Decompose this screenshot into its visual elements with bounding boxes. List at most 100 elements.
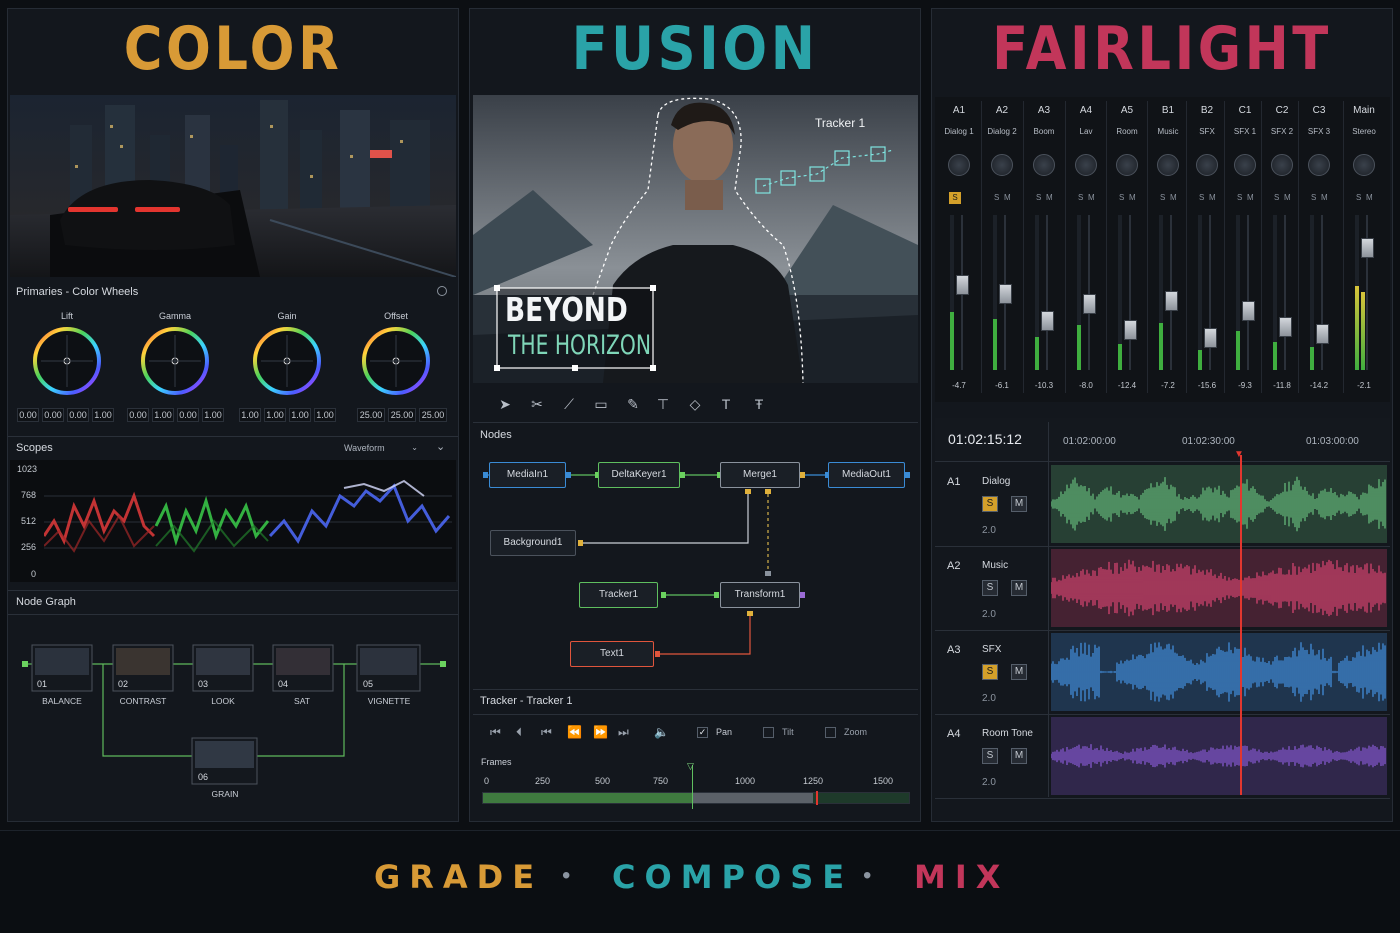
gain-value[interactable]: 1.00 [264,408,286,422]
panel-options-icon[interactable] [437,286,447,296]
node-tracker[interactable]: Tracker1 [579,582,658,608]
track-reverse-icon[interactable]: ⏴ [516,725,522,740]
lift-value[interactable]: 0.00 [42,408,64,422]
solo-button[interactable]: S [982,580,998,596]
chevron-down-icon[interactable]: ⌄ [436,440,445,453]
wheel-lift[interactable]: Lift [33,311,101,395]
solo-button[interactable]: S [982,664,998,680]
select-tool-icon[interactable]: ➤ [496,395,514,413]
track-step-back-icon[interactable]: ⏮ [541,725,552,740]
lift-value[interactable]: 0.00 [67,408,89,422]
offset-value[interactable]: 25.00 [357,408,385,422]
track-forward-icon[interactable]: ⏩ [593,725,608,739]
track-end-icon[interactable]: ⏭ [618,725,629,740]
speaker-icon[interactable]: 🔈 [654,725,669,739]
audio-clip[interactable] [1051,717,1387,795]
tilt-checkbox[interactable] [763,727,774,738]
wheel-gamma[interactable]: Gamma [141,311,209,395]
volume-fader[interactable] [1124,320,1137,340]
gain-value[interactable]: 1.00 [314,408,336,422]
offset-value[interactable]: 25.00 [388,408,416,422]
volume-fader[interactable] [956,275,969,295]
pin-tool-icon[interactable]: ⊤ [654,395,672,413]
mute-button[interactable]: M [1129,193,1136,202]
solo-button[interactable]: S [994,193,999,202]
pan-knob[interactable] [1234,154,1256,176]
solo-button[interactable]: S [1160,193,1165,202]
pan-knob[interactable] [1033,154,1055,176]
lift-value[interactable]: 0.00 [17,408,39,422]
volume-fader[interactable] [999,284,1012,304]
gain-value[interactable]: 1.00 [289,408,311,422]
node-mediaout[interactable]: MediaOut1 [828,462,905,488]
node-deltakeyer[interactable]: DeltaKeyer1 [598,462,680,488]
mute-button[interactable]: M [1321,193,1328,202]
volume-fader[interactable] [1361,238,1374,258]
node-transform[interactable]: Transform1 [720,582,800,608]
solo-button[interactable]: S [1311,193,1316,202]
mute-button[interactable]: M [1004,193,1011,202]
pan-knob[interactable] [991,154,1013,176]
track-reverse-start-icon[interactable]: ⏮ [490,725,501,740]
mute-button[interactable]: M [1247,193,1254,202]
gain-value[interactable]: 1.00 [239,408,261,422]
scope-mode-dropdown[interactable]: Waveform ⌄ [340,440,422,456]
wheel-offset[interactable]: Offset [362,311,430,395]
solo-button[interactable]: S [1199,193,1204,202]
gamma-value[interactable]: 0.00 [127,408,149,422]
mute-button[interactable]: M [1209,193,1216,202]
paint-tool-icon[interactable]: ✎ [624,395,642,413]
mute-button[interactable]: M [1366,193,1373,202]
volume-fader[interactable] [1204,328,1217,348]
gamma-value[interactable]: 1.00 [202,408,224,422]
timeline-playhead[interactable] [1240,455,1242,795]
solo-button[interactable]: S [982,748,998,764]
text3d-tool-icon[interactable]: Ŧ [750,395,768,413]
stop-icon[interactable]: ⏪ [567,725,582,739]
solo-button[interactable]: S [982,496,998,512]
pan-knob[interactable] [1271,154,1293,176]
volume-fader[interactable] [1279,317,1292,337]
audio-clip[interactable] [1051,633,1387,711]
zoom-checkbox[interactable] [825,727,836,738]
pan-knob[interactable] [1116,154,1138,176]
audio-clip[interactable] [1051,465,1387,543]
transform-tool-icon[interactable]: ✂ [528,395,546,413]
node-text[interactable]: Text1 [570,641,654,667]
pan-knob[interactable] [948,154,970,176]
solo-button[interactable]: S [1119,193,1124,202]
mute-button[interactable]: M [1011,580,1027,596]
mute-button[interactable]: M [1046,193,1053,202]
node-mediain[interactable]: MediaIn1 [489,462,566,488]
mute-button[interactable]: M [1011,664,1027,680]
node-background[interactable]: Background1 [490,530,576,556]
playhead-marker[interactable] [816,791,818,805]
mute-button[interactable]: M [1011,748,1027,764]
playhead-handle-icon[interactable]: ▼ [1234,449,1244,460]
solo-button[interactable]: S [949,192,961,204]
bspline-tool-icon[interactable]: ⟋ [560,395,578,413]
pan-checkbox[interactable]: ✓ [697,727,708,738]
volume-fader[interactable] [1083,294,1096,314]
pan-knob[interactable] [1075,154,1097,176]
solo-button[interactable]: S [1237,193,1242,202]
volume-fader[interactable] [1316,324,1329,344]
pan-knob[interactable] [1157,154,1179,176]
mute-button[interactable]: M [1284,193,1291,202]
solo-button[interactable]: S [1036,193,1041,202]
rectangle-tool-icon[interactable]: ▭ [592,395,610,413]
solo-button[interactable]: S [1274,193,1279,202]
gamma-value[interactable]: 1.00 [152,408,174,422]
text-tool-icon[interactable]: T [717,395,735,413]
gamma-value[interactable]: 0.00 [177,408,199,422]
pan-knob[interactable] [1308,154,1330,176]
mute-button[interactable]: M [1011,496,1027,512]
eraser-tool-icon[interactable]: ◇ [686,395,704,413]
audio-clip[interactable] [1051,549,1387,627]
volume-fader[interactable] [1041,311,1054,331]
volume-fader[interactable] [1165,291,1178,311]
pan-knob[interactable] [1353,154,1375,176]
offset-value[interactable]: 25.00 [419,408,447,422]
frame-track-bar[interactable] [482,791,910,805]
pan-knob[interactable] [1196,154,1218,176]
